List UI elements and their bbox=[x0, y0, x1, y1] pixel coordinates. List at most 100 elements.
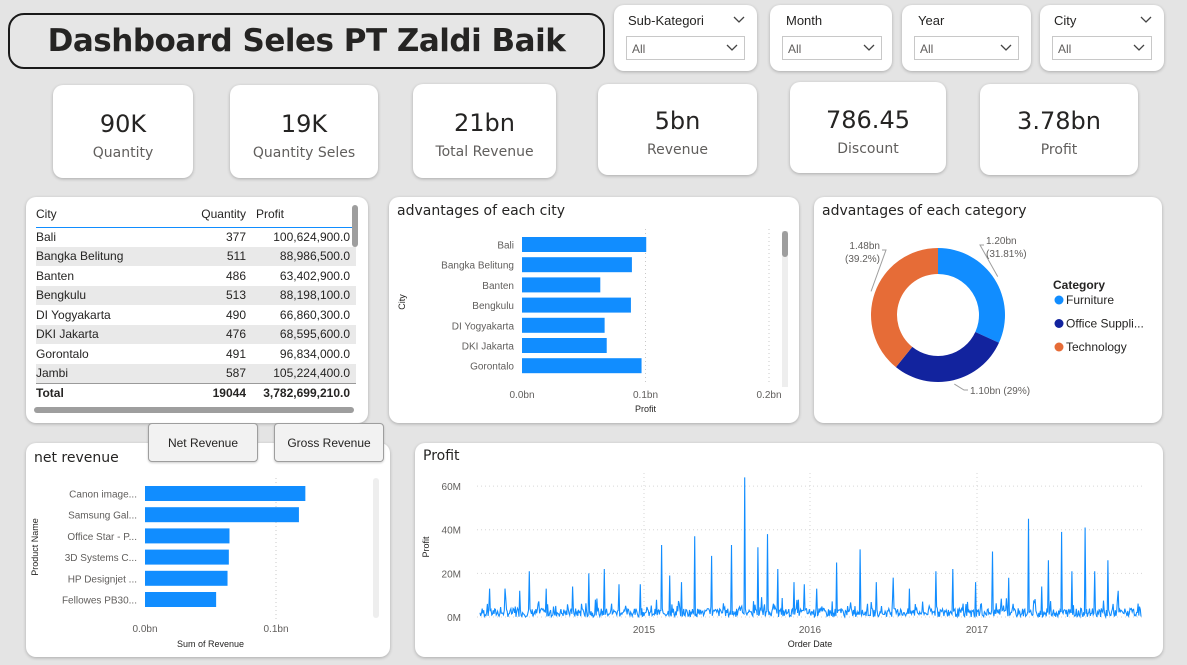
slicer-dropdown[interactable]: All bbox=[914, 36, 1019, 60]
cell-quantity: 377 bbox=[225, 230, 246, 244]
cell-total-quantity: 19044 bbox=[186, 382, 252, 403]
slicer-value: All bbox=[788, 42, 802, 56]
legend-marker bbox=[1054, 295, 1064, 305]
chevron-down-icon[interactable] bbox=[1140, 14, 1152, 26]
slicer-title: City bbox=[1054, 13, 1077, 28]
y-category-label: Fellowes PB30... bbox=[62, 596, 137, 607]
bar[interactable] bbox=[522, 257, 632, 273]
slicer-year[interactable]: Year All bbox=[902, 5, 1031, 71]
chevron-down-icon bbox=[863, 44, 875, 51]
kpi-card-total-revenue: 21bn Total Revenue bbox=[413, 84, 556, 178]
slicer-sub-kategori[interactable]: Sub-Kategori All bbox=[614, 5, 757, 71]
slicer-title: Year bbox=[918, 13, 945, 28]
cell-quantity: 491 bbox=[225, 346, 246, 361]
cell-city: DI Yogyakarta bbox=[36, 307, 111, 322]
x-tick-label: 0.1bn bbox=[633, 390, 658, 401]
profit-line-chart: 0M 20M 40M 60M 2015 2016 2017 Order Date Profit bbox=[421, 473, 1143, 649]
net-revenue-button[interactable]: Net Revenue bbox=[148, 423, 258, 462]
table-row[interactable]: Banten 486 63,402,900.0 bbox=[36, 266, 356, 286]
slicer-title: Month bbox=[786, 13, 823, 28]
column-header-city[interactable]: City bbox=[36, 201, 186, 228]
bar[interactable] bbox=[522, 338, 607, 353]
bar[interactable] bbox=[145, 486, 306, 501]
kpi-value: 5bn bbox=[654, 107, 701, 135]
cell-quantity: 486 bbox=[225, 268, 246, 283]
slicer-dropdown[interactable]: All bbox=[626, 36, 745, 60]
leader-line bbox=[954, 383, 968, 391]
x-axis-title: Order Date bbox=[788, 639, 833, 649]
y-category-label: Gorontalo bbox=[470, 362, 514, 373]
kpi-value: 21bn bbox=[454, 109, 515, 137]
bar[interactable] bbox=[522, 277, 601, 293]
horizontal-scrollbar[interactable] bbox=[34, 407, 354, 413]
vertical-scrollbar[interactable] bbox=[352, 205, 358, 247]
cell-quantity: 587 bbox=[186, 363, 252, 383]
legend-item[interactable]: Technology bbox=[1066, 340, 1127, 354]
x-axis-title: Sum of Revenue bbox=[177, 639, 244, 649]
chevron-down-icon[interactable] bbox=[733, 14, 745, 26]
bar[interactable] bbox=[145, 592, 217, 607]
column-header-profit[interactable]: Profit bbox=[252, 201, 356, 228]
donut-slice[interactable] bbox=[871, 248, 938, 368]
legend-title: Category bbox=[1053, 278, 1105, 292]
table-total-row: Total 19044 3,782,699,210.0 bbox=[36, 382, 356, 403]
cell-profit: 105,224,400.0 bbox=[252, 363, 356, 383]
cell-city: Bengkulu bbox=[36, 285, 186, 305]
bar[interactable] bbox=[522, 317, 605, 333]
cell-profit: 96,834,000.0 bbox=[279, 346, 350, 361]
category-donut-chart: 1.20bn (31.81%) 1.10bn (29%) 1.48bn (39.2%) C… bbox=[845, 236, 1144, 397]
slicer-city[interactable]: City All bbox=[1040, 5, 1164, 71]
kpi-label: Discount bbox=[837, 141, 899, 157]
bar[interactable] bbox=[522, 358, 642, 374]
kpi-value: 786.45 bbox=[826, 106, 910, 134]
table-row[interactable]: Jambi 587 105,224,400.0 bbox=[36, 363, 356, 383]
table-row[interactable]: Bangka Belitung 511 88,986,500.0 bbox=[36, 246, 356, 266]
city-table-card: City Quantity Profit Bali 377 100,624,900.… bbox=[26, 197, 368, 423]
bar[interactable] bbox=[522, 237, 647, 252]
kpi-card-quantity-seles: 19K Quantity Seles bbox=[230, 85, 378, 178]
vertical-scrollbar[interactable] bbox=[782, 231, 788, 257]
chevron-down-icon bbox=[726, 44, 738, 51]
donut-slice[interactable] bbox=[938, 248, 1005, 343]
profit-series-line[interactable] bbox=[479, 477, 1142, 620]
slicer-title: Sub-Kategori bbox=[628, 13, 704, 28]
x-tick-label: 2017 bbox=[966, 625, 989, 636]
y-axis-title: Product Name bbox=[30, 518, 40, 576]
legend-marker bbox=[1054, 319, 1064, 328]
legend-item[interactable]: Furniture bbox=[1066, 293, 1114, 307]
bar[interactable] bbox=[145, 528, 230, 544]
slicer-dropdown[interactable]: All bbox=[1052, 36, 1152, 60]
kpi-value: 90K bbox=[99, 110, 147, 138]
cell-quantity: 476 bbox=[186, 324, 252, 344]
column-header-quantity[interactable]: Quantity bbox=[186, 201, 252, 228]
cell-profit: 66,860,300.0 bbox=[279, 307, 350, 322]
y-category-label: Banten bbox=[482, 281, 514, 292]
table-row[interactable]: Gorontalo 491 96,834,000.0 bbox=[36, 344, 356, 364]
gross-revenue-button[interactable]: Gross Revenue bbox=[274, 423, 384, 462]
chevron-down-icon bbox=[1133, 44, 1145, 51]
legend-item[interactable]: Office Suppli... bbox=[1066, 317, 1144, 331]
legend-marker bbox=[1054, 342, 1064, 352]
bar[interactable] bbox=[522, 297, 631, 313]
y-category-label: HP Designjet ... bbox=[68, 574, 137, 585]
bar[interactable] bbox=[145, 570, 228, 586]
cell-total-label: Total bbox=[36, 382, 186, 403]
table-row[interactable]: Bengkulu 513 88,198,100.0 bbox=[36, 285, 356, 305]
scrollbar-track[interactable] bbox=[373, 478, 379, 618]
table-row[interactable]: DI Yogyakarta 490 66,860,300.0 bbox=[36, 305, 356, 325]
bar[interactable] bbox=[145, 507, 299, 523]
bar[interactable] bbox=[145, 549, 229, 565]
slicer-month[interactable]: Month All bbox=[770, 5, 892, 71]
kpi-label: Total Revenue bbox=[435, 144, 534, 160]
table-row[interactable]: DKI Jakarta 476 68,595,600.0 bbox=[36, 324, 356, 344]
slicer-dropdown[interactable]: All bbox=[782, 36, 882, 60]
data-label: 1.48bn bbox=[849, 241, 880, 252]
x-tick-label: 2016 bbox=[799, 625, 822, 636]
y-category-label: DKI Jakarta bbox=[462, 342, 515, 353]
slicer-value: All bbox=[1058, 42, 1072, 56]
x-tick-label: 2015 bbox=[633, 625, 656, 636]
table-row[interactable]: Bali 377 100,624,900.0 bbox=[36, 227, 356, 247]
city-table: City Quantity Profit Bali 377 100,624,900.… bbox=[36, 201, 356, 403]
donut-slice[interactable] bbox=[895, 332, 999, 382]
y-category-label: Canon image... bbox=[69, 490, 137, 501]
